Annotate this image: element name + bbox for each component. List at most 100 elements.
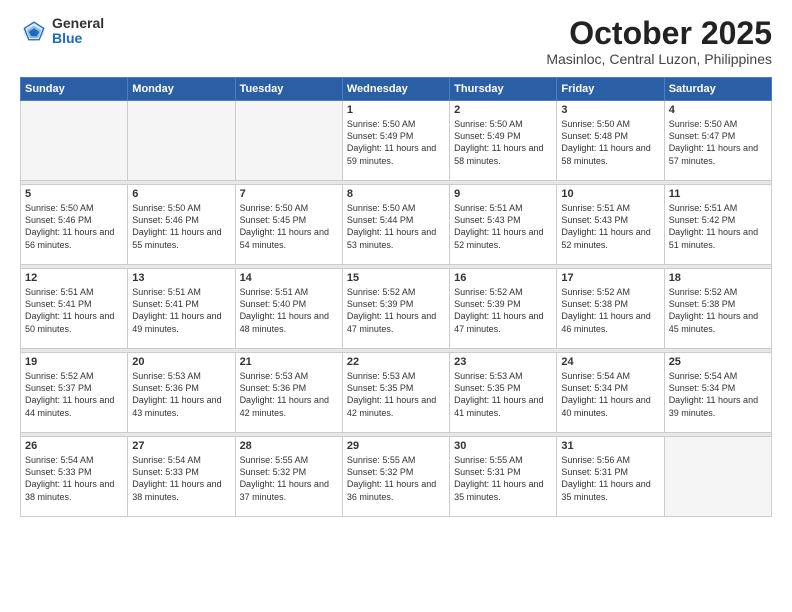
day-number: 1 [347, 104, 445, 116]
table-row: 5 Sunrise: 5:50 AM Sunset: 5:46 PM Daylig… [21, 185, 128, 265]
table-row: 14Sunrise: 5:51 AM Sunset: 5:40 PM Dayli… [235, 269, 342, 349]
day-info: Sunrise: 5:56 AM Sunset: 5:31 PM Dayligh… [561, 454, 659, 503]
day-number: 11 [669, 188, 767, 200]
table-row: 18 Sunrise: 5:52 AM Sunset: 5:38 PM Dayli… [664, 269, 771, 349]
day-number: 3 [561, 104, 659, 116]
page: General Blue October 2025 Masinloc, Cent… [0, 0, 792, 612]
header-wednesday: Wednesday [342, 78, 449, 101]
table-row: 11 Sunrise: 5:51 AM Sunset: 5:42 PM Dayli… [664, 185, 771, 265]
month-title: October 2025 [546, 16, 772, 51]
week-row-5: 26 Sunrise: 5:54 AM Sunset: 5:33 PM Dayli… [21, 437, 772, 517]
day-info: Sunrise: 5:53 AM Sunset: 5:36 PM Dayligh… [132, 370, 230, 419]
day-info: Sunrise: 5:55 AM Sunset: 5:32 PM Dayligh… [347, 454, 445, 503]
day-number: 9 [454, 188, 552, 200]
table-row: 21 Sunrise: 5:53 AM Sunset: 5:36 PM Dayli… [235, 353, 342, 433]
day-info: Sunrise: 5:51 AM Sunset: 5:42 PM Dayligh… [669, 202, 767, 251]
day-number: 19 [25, 356, 123, 368]
day-number: 20 [132, 356, 230, 368]
day-number: 30 [454, 440, 552, 452]
table-row: 20 Sunrise: 5:53 AM Sunset: 5:36 PM Dayli… [128, 353, 235, 433]
day-number: 12 [25, 272, 123, 284]
table-row: 10Sunrise: 5:51 AM Sunset: 5:43 PM Dayli… [557, 185, 664, 265]
table-row: 27Sunrise: 5:54 AM Sunset: 5:33 PM Dayli… [128, 437, 235, 517]
logo-text: General Blue [52, 16, 104, 47]
day-info: Sunrise: 5:52 AM Sunset: 5:38 PM Dayligh… [561, 286, 659, 335]
table-row: 13Sunrise: 5:51 AM Sunset: 5:41 PM Dayli… [128, 269, 235, 349]
title-section: October 2025 Masinloc, Central Luzon, Ph… [546, 16, 772, 67]
day-info: Sunrise: 5:54 AM Sunset: 5:34 PM Dayligh… [561, 370, 659, 419]
logo: General Blue [20, 16, 104, 47]
day-info: Sunrise: 5:50 AM Sunset: 5:45 PM Dayligh… [240, 202, 338, 251]
table-row: 25 Sunrise: 5:54 AM Sunset: 5:34 PM Dayli… [664, 353, 771, 433]
day-info: Sunrise: 5:54 AM Sunset: 5:34 PM Dayligh… [669, 370, 767, 419]
logo-icon [20, 17, 48, 45]
day-info: Sunrise: 5:50 AM Sunset: 5:44 PM Dayligh… [347, 202, 445, 251]
day-info: Sunrise: 5:55 AM Sunset: 5:32 PM Dayligh… [240, 454, 338, 503]
table-row: 24 Sunrise: 5:54 AM Sunset: 5:34 PM Dayli… [557, 353, 664, 433]
day-info: Sunrise: 5:52 AM Sunset: 5:39 PM Dayligh… [347, 286, 445, 335]
day-number: 31 [561, 440, 659, 452]
day-info: Sunrise: 5:50 AM Sunset: 5:47 PM Dayligh… [669, 118, 767, 167]
table-row: 12 Sunrise: 5:51 AM Sunset: 5:41 PM Dayli… [21, 269, 128, 349]
day-number: 17 [561, 272, 659, 284]
table-row: 28 Sunrise: 5:55 AM Sunset: 5:32 PM Dayli… [235, 437, 342, 517]
week-row-4: 19 Sunrise: 5:52 AM Sunset: 5:37 PM Dayli… [21, 353, 772, 433]
logo-general-text: General [52, 16, 104, 31]
table-row: 23 Sunrise: 5:53 AM Sunset: 5:35 PM Dayli… [450, 353, 557, 433]
day-number: 8 [347, 188, 445, 200]
week-row-3: 12 Sunrise: 5:51 AM Sunset: 5:41 PM Dayli… [21, 269, 772, 349]
header-monday: Monday [128, 78, 235, 101]
day-info: Sunrise: 5:52 AM Sunset: 5:39 PM Dayligh… [454, 286, 552, 335]
table-row: 4Sunrise: 5:50 AM Sunset: 5:47 PM Daylig… [664, 101, 771, 181]
day-number: 7 [240, 188, 338, 200]
day-info: Sunrise: 5:54 AM Sunset: 5:33 PM Dayligh… [132, 454, 230, 503]
table-row [128, 101, 235, 181]
day-number: 23 [454, 356, 552, 368]
day-number: 16 [454, 272, 552, 284]
table-row: 26Sunrise: 5:54 AM Sunset: 5:33 PM Dayli… [21, 437, 128, 517]
day-number: 2 [454, 104, 552, 116]
location-subtitle: Masinloc, Central Luzon, Philippines [546, 51, 772, 67]
day-info: Sunrise: 5:51 AM Sunset: 5:43 PM Dayligh… [454, 202, 552, 251]
day-number: 28 [240, 440, 338, 452]
table-row [235, 101, 342, 181]
weekday-header-row: Sunday Monday Tuesday Wednesday Thursday… [21, 78, 772, 101]
table-row [21, 101, 128, 181]
table-row: 31 Sunrise: 5:56 AM Sunset: 5:31 PM Dayli… [557, 437, 664, 517]
day-number: 24 [561, 356, 659, 368]
day-info: Sunrise: 5:50 AM Sunset: 5:46 PM Dayligh… [132, 202, 230, 251]
table-row: 1Sunrise: 5:50 AM Sunset: 5:49 PM Daylig… [342, 101, 449, 181]
day-info: Sunrise: 5:53 AM Sunset: 5:36 PM Dayligh… [240, 370, 338, 419]
table-row: 16 Sunrise: 5:52 AM Sunset: 5:39 PM Dayli… [450, 269, 557, 349]
day-number: 21 [240, 356, 338, 368]
day-info: Sunrise: 5:51 AM Sunset: 5:41 PM Dayligh… [25, 286, 123, 335]
day-info: Sunrise: 5:51 AM Sunset: 5:40 PM Dayligh… [240, 286, 338, 335]
table-row: 17 Sunrise: 5:52 AM Sunset: 5:38 PM Dayli… [557, 269, 664, 349]
day-info: Sunrise: 5:52 AM Sunset: 5:38 PM Dayligh… [669, 286, 767, 335]
table-row [664, 437, 771, 517]
logo-blue-text: Blue [52, 31, 104, 46]
table-row: 15 Sunrise: 5:52 AM Sunset: 5:39 PM Dayli… [342, 269, 449, 349]
day-info: Sunrise: 5:52 AM Sunset: 5:37 PM Dayligh… [25, 370, 123, 419]
day-info: Sunrise: 5:50 AM Sunset: 5:46 PM Dayligh… [25, 202, 123, 251]
header-thursday: Thursday [450, 78, 557, 101]
day-info: Sunrise: 5:50 AM Sunset: 5:48 PM Dayligh… [561, 118, 659, 167]
header-friday: Friday [557, 78, 664, 101]
table-row: 30Sunrise: 5:55 AM Sunset: 5:31 PM Dayli… [450, 437, 557, 517]
day-number: 5 [25, 188, 123, 200]
day-info: Sunrise: 5:50 AM Sunset: 5:49 PM Dayligh… [454, 118, 552, 167]
week-row-2: 5 Sunrise: 5:50 AM Sunset: 5:46 PM Daylig… [21, 185, 772, 265]
header-sunday: Sunday [21, 78, 128, 101]
week-row-1: 1 Sunrise: 5:50 AM Sunset: 5:49 PM Daylig… [21, 101, 772, 181]
table-row: 2 Sunrise: 5:50 AM Sunset: 5:49 PM Daylig… [450, 101, 557, 181]
day-number: 10 [561, 188, 659, 200]
day-number: 25 [669, 356, 767, 368]
day-number: 26 [25, 440, 123, 452]
day-number: 22 [347, 356, 445, 368]
header-saturday: Saturday [664, 78, 771, 101]
day-info: Sunrise: 5:53 AM Sunset: 5:35 PM Dayligh… [454, 370, 552, 419]
day-number: 15 [347, 272, 445, 284]
day-info: Sunrise: 5:51 AM Sunset: 5:41 PM Dayligh… [132, 286, 230, 335]
day-number: 18 [669, 272, 767, 284]
table-row: 8 Sunrise: 5:50 AM Sunset: 5:44 PM Daylig… [342, 185, 449, 265]
